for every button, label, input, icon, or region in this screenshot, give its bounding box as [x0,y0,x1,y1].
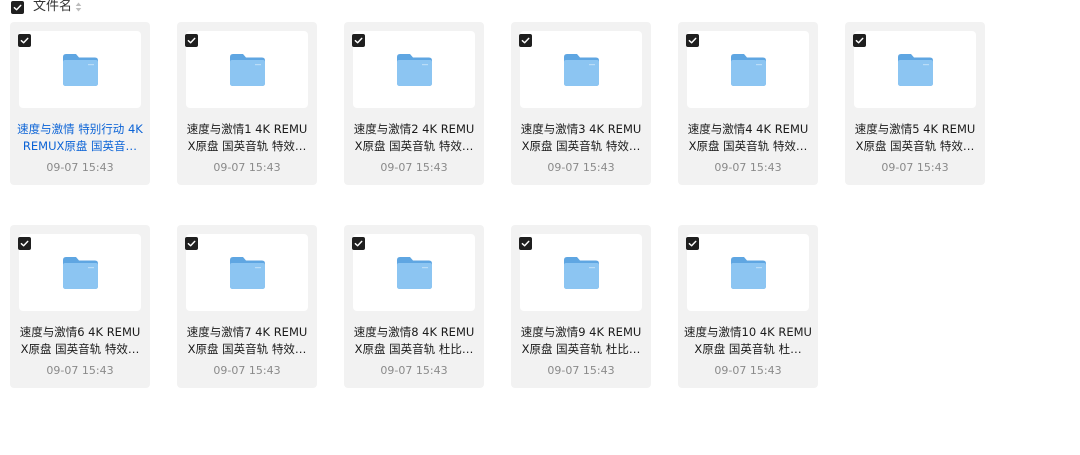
file-checkbox[interactable] [18,34,31,47]
file-name[interactable]: 速度与激情10 4K REMUX原盘 国英音轨 杜… [684,324,812,358]
file-checkbox[interactable] [352,237,365,250]
check-icon [521,37,530,44]
folder-icon [730,53,766,86]
folder-icon [62,256,98,289]
check-icon [187,37,196,44]
check-icon [13,4,22,10]
file-card[interactable]: 速度与激情1 4K REMUX原盘 国英音轨 特效… 09-07 15:43 [177,22,317,185]
folder-icon [897,53,933,86]
file-thumbnail[interactable] [353,234,475,311]
file-date: 09-07 15:43 [714,364,782,377]
check-icon [688,37,697,44]
file-card[interactable]: 速度与激情7 4K REMUX原盘 国英音轨 特效… 09-07 15:43 [177,225,317,388]
file-card[interactable]: 速度与激情 特别行动 4K REMUX原盘 国英音… 09-07 15:43 [10,22,150,185]
file-card[interactable]: 速度与激情5 4K REMUX原盘 国英音轨 特效… 09-07 15:43 [845,22,985,185]
file-checkbox[interactable] [519,237,532,250]
select-all-checkbox[interactable] [11,0,24,14]
file-card[interactable]: 速度与激情3 4K REMUX原盘 国英音轨 特效… 09-07 15:43 [511,22,651,185]
file-list-header: 文件名 [11,0,82,14]
file-card[interactable]: 速度与激情4 4K REMUX原盘 国英音轨 特效… 09-07 15:43 [678,22,818,185]
file-name[interactable]: 速度与激情9 4K REMUX原盘 国英音轨 杜比… [517,324,645,358]
file-name[interactable]: 速度与激情8 4K REMUX原盘 国英音轨 杜比… [350,324,478,358]
file-name[interactable]: 速度与激情6 4K REMUX原盘 国英音轨 特效… [16,324,144,358]
file-date: 09-07 15:43 [380,161,448,174]
folder-icon [62,53,98,86]
file-thumbnail[interactable] [186,234,308,311]
file-card[interactable]: 速度与激情9 4K REMUX原盘 国英音轨 杜比… 09-07 15:43 [511,225,651,388]
folder-icon [229,53,265,86]
check-icon [688,240,697,247]
file-date: 09-07 15:43 [881,161,949,174]
check-icon [354,240,363,247]
file-name[interactable]: 速度与激情 特别行动 4K REMUX原盘 国英音… [16,121,144,155]
check-icon [354,37,363,44]
file-date: 09-07 15:43 [714,161,782,174]
folder-icon [396,256,432,289]
check-icon [855,37,864,44]
file-date: 09-07 15:43 [46,364,114,377]
check-icon [187,240,196,247]
folder-icon [730,256,766,289]
file-name[interactable]: 速度与激情3 4K REMUX原盘 国英音轨 特效… [517,121,645,155]
file-thumbnail[interactable] [854,31,976,108]
file-card[interactable]: 速度与激情2 4K REMUX原盘 国英音轨 特效… 09-07 15:43 [344,22,484,185]
file-checkbox[interactable] [185,34,198,47]
check-icon [20,240,29,247]
column-title-filename[interactable]: 文件名 [33,0,72,14]
file-checkbox[interactable] [686,34,699,47]
file-card[interactable]: 速度与激情6 4K REMUX原盘 国英音轨 特效… 09-07 15:43 [10,225,150,388]
file-checkbox[interactable] [519,34,532,47]
file-thumbnail[interactable] [186,31,308,108]
file-name[interactable]: 速度与激情7 4K REMUX原盘 国英音轨 特效… [183,324,311,358]
file-thumbnail[interactable] [687,31,809,108]
file-thumbnail[interactable] [19,234,141,311]
folder-icon [229,256,265,289]
file-date: 09-07 15:43 [547,364,615,377]
file-thumbnail[interactable] [520,234,642,311]
file-date: 09-07 15:43 [380,364,448,377]
file-date: 09-07 15:43 [213,161,281,174]
file-date: 09-07 15:43 [547,161,615,174]
folder-icon [563,256,599,289]
file-checkbox[interactable] [853,34,866,47]
file-checkbox[interactable] [686,237,699,250]
file-card[interactable]: 速度与激情8 4K REMUX原盘 国英音轨 杜比… 09-07 15:43 [344,225,484,388]
file-checkbox[interactable] [352,34,365,47]
check-icon [521,240,530,247]
file-date: 09-07 15:43 [46,161,114,174]
sort-icon[interactable] [75,2,82,12]
file-card[interactable]: 速度与激情10 4K REMUX原盘 国英音轨 杜… 09-07 15:43 [678,225,818,388]
file-name[interactable]: 速度与激情5 4K REMUX原盘 国英音轨 特效… [851,121,979,155]
file-thumbnail[interactable] [353,31,475,108]
file-checkbox[interactable] [185,237,198,250]
file-date: 09-07 15:43 [213,364,281,377]
file-thumbnail[interactable] [687,234,809,311]
file-name[interactable]: 速度与激情2 4K REMUX原盘 国英音轨 特效… [350,121,478,155]
file-name[interactable]: 速度与激情4 4K REMUX原盘 国英音轨 特效… [684,121,812,155]
file-checkbox[interactable] [18,237,31,250]
file-name[interactable]: 速度与激情1 4K REMUX原盘 国英音轨 特效… [183,121,311,155]
file-thumbnail[interactable] [520,31,642,108]
check-icon [20,37,29,44]
folder-icon [396,53,432,86]
file-thumbnail[interactable] [19,31,141,108]
folder-icon [563,53,599,86]
